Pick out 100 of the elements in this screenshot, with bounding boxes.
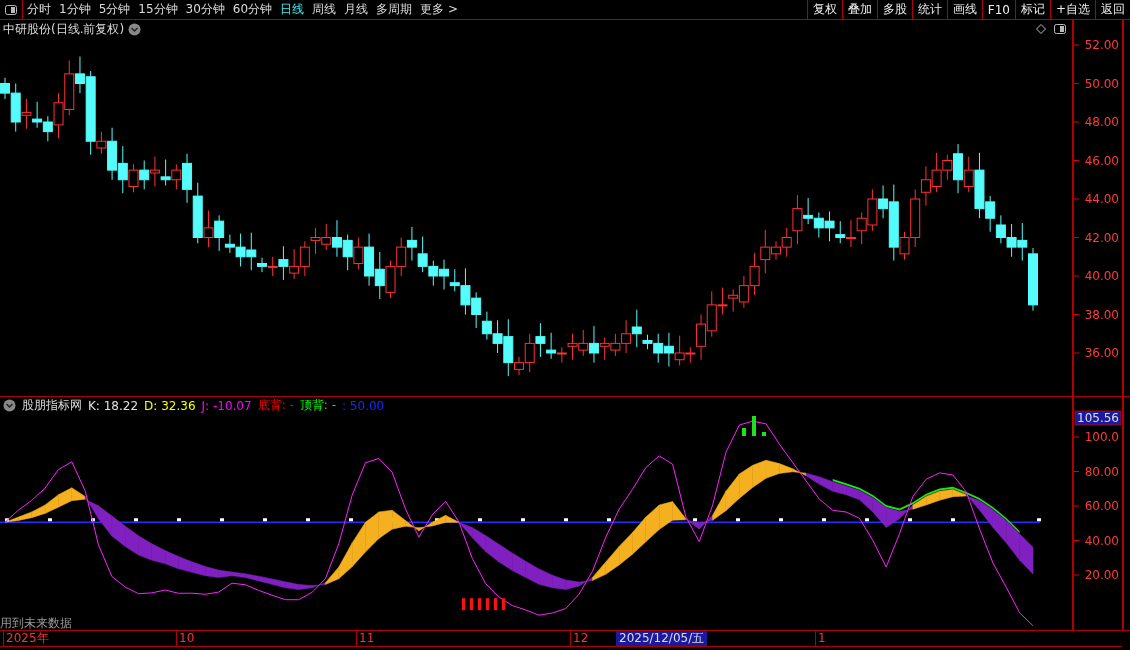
reference-marker <box>220 518 224 522</box>
candlestick <box>374 251 385 300</box>
candlestick <box>299 240 310 277</box>
price-axis-label: 46.00 <box>1084 153 1119 168</box>
candlestick <box>578 329 589 357</box>
candlestick <box>139 160 150 190</box>
cursor-value: 105.56 <box>1074 410 1122 426</box>
reference-marker <box>263 518 267 522</box>
indicator-reading: 底背: - <box>257 397 294 414</box>
toolbar-button[interactable]: 返回 <box>1095 0 1130 19</box>
date-axis-label: 12 <box>570 631 589 646</box>
reference-marker <box>91 518 95 522</box>
candlestick <box>749 252 760 296</box>
candlestick <box>321 223 332 251</box>
candlestick <box>310 227 321 255</box>
indicator-axis-label: 20.00 <box>1084 568 1119 582</box>
toolbar-button[interactable]: 叠加 <box>841 0 877 19</box>
panel-toggle-icon[interactable] <box>1054 24 1066 34</box>
dropdown-icon[interactable] <box>3 399 16 412</box>
price-axis-label: 44.00 <box>1084 192 1119 206</box>
toolbar-button[interactable]: +自选 <box>1049 0 1095 19</box>
price-axis-label: 40.00 <box>1084 269 1119 283</box>
candlestick <box>535 322 546 358</box>
candlestick <box>160 159 171 186</box>
period-tab[interactable]: 月线 <box>340 0 373 19</box>
reference-marker <box>48 518 52 522</box>
indicator-axis-label: 80.00 <box>1084 464 1119 479</box>
toolbar-button[interactable]: 画线 <box>946 0 982 19</box>
candlestick <box>824 211 835 242</box>
candlestick <box>738 275 749 309</box>
candlestick <box>385 260 396 299</box>
candlestick <box>1006 223 1017 258</box>
price-axis-label: 48.00 <box>1084 115 1119 129</box>
top-signal-bars <box>742 416 766 436</box>
period-tab[interactable]: 5分钟 <box>94 0 135 19</box>
candlestick <box>417 236 428 273</box>
reference-marker <box>822 518 826 522</box>
toolbar-button[interactable]: 复权 <box>806 0 842 19</box>
toolbar-button[interactable]: F10 <box>981 0 1015 19</box>
price-axis-label: 52.00 <box>1084 38 1119 52</box>
toolbar-button[interactable]: 多股 <box>876 0 912 19</box>
indicator-reading: J: -10.07 <box>201 398 252 413</box>
toolbar-button[interactable]: 标记 <box>1014 0 1050 19</box>
price-axis-label: 38.00 <box>1084 307 1119 322</box>
candlestick <box>728 289 739 313</box>
indicator-axis-label: 60.00 <box>1084 499 1119 513</box>
candlestick <box>342 234 353 271</box>
price-axis-label: 36.00 <box>1084 346 1119 360</box>
reference-marker <box>134 518 138 522</box>
date-axis-label: 2025年 <box>3 631 49 646</box>
reference-marker <box>908 518 912 522</box>
reference-marker <box>1037 518 1041 522</box>
date-axis-label: 11 <box>356 631 375 646</box>
period-tab[interactable]: 日线 <box>276 0 309 19</box>
candlestick <box>289 248 300 280</box>
diamond-icon[interactable] <box>1036 24 1046 34</box>
period-tab[interactable]: 30分钟 <box>181 0 229 19</box>
period-tab[interactable]: 分时 <box>23 0 55 19</box>
reference-marker <box>779 518 783 522</box>
reference-marker <box>865 518 869 522</box>
period-tab[interactable]: 周线 <box>308 0 341 19</box>
candlestick <box>663 332 674 367</box>
candlestick <box>428 260 439 287</box>
indicator-name: 股朋指标网 <box>22 397 82 414</box>
candlestick <box>406 226 417 262</box>
reference-marker <box>693 518 697 522</box>
candlestick <box>439 259 450 290</box>
candlestick <box>396 237 407 277</box>
toolbar-button[interactable]: 统计 <box>911 0 947 19</box>
reference-marker <box>736 518 740 522</box>
indicator-reading: D: 32.36 <box>144 398 196 413</box>
period-tab[interactable]: 多周期 <box>372 0 417 19</box>
reference-marker <box>521 518 525 522</box>
indicator-axis-label: 40.00 <box>1084 533 1119 548</box>
reference-marker <box>564 518 568 522</box>
candlestick <box>835 220 846 244</box>
indicator-reading: 顶背: - <box>299 397 336 414</box>
candlestick <box>149 156 160 187</box>
candlestick <box>32 101 43 129</box>
chart-title: 中研股份(日线.前复权) <box>3 20 125 38</box>
candlestick <box>331 219 342 258</box>
candlestick <box>856 212 867 245</box>
reference-marker <box>5 518 9 522</box>
candlestick <box>920 165 931 207</box>
reference-marker <box>349 518 353 522</box>
reference-marker <box>177 518 181 522</box>
reference-marker <box>478 518 482 522</box>
warning-note: 用到未来数据 <box>0 615 72 632</box>
date-axis-label: 1 <box>815 631 826 646</box>
period-tab[interactable]: 15分钟 <box>134 0 182 19</box>
panel-toggle-icon[interactable] <box>5 4 17 15</box>
dropdown-icon[interactable] <box>128 22 142 36</box>
candlestick <box>481 311 492 340</box>
reference-marker <box>306 518 310 522</box>
bottom-signal-bars <box>462 598 505 611</box>
period-tab[interactable]: 60分钟 <box>228 0 277 19</box>
period-tab[interactable]: 更多 > <box>416 0 462 19</box>
candlestick <box>813 212 824 238</box>
date-axis-label: 10 <box>176 631 195 646</box>
period-tab[interactable]: 1分钟 <box>55 0 95 19</box>
